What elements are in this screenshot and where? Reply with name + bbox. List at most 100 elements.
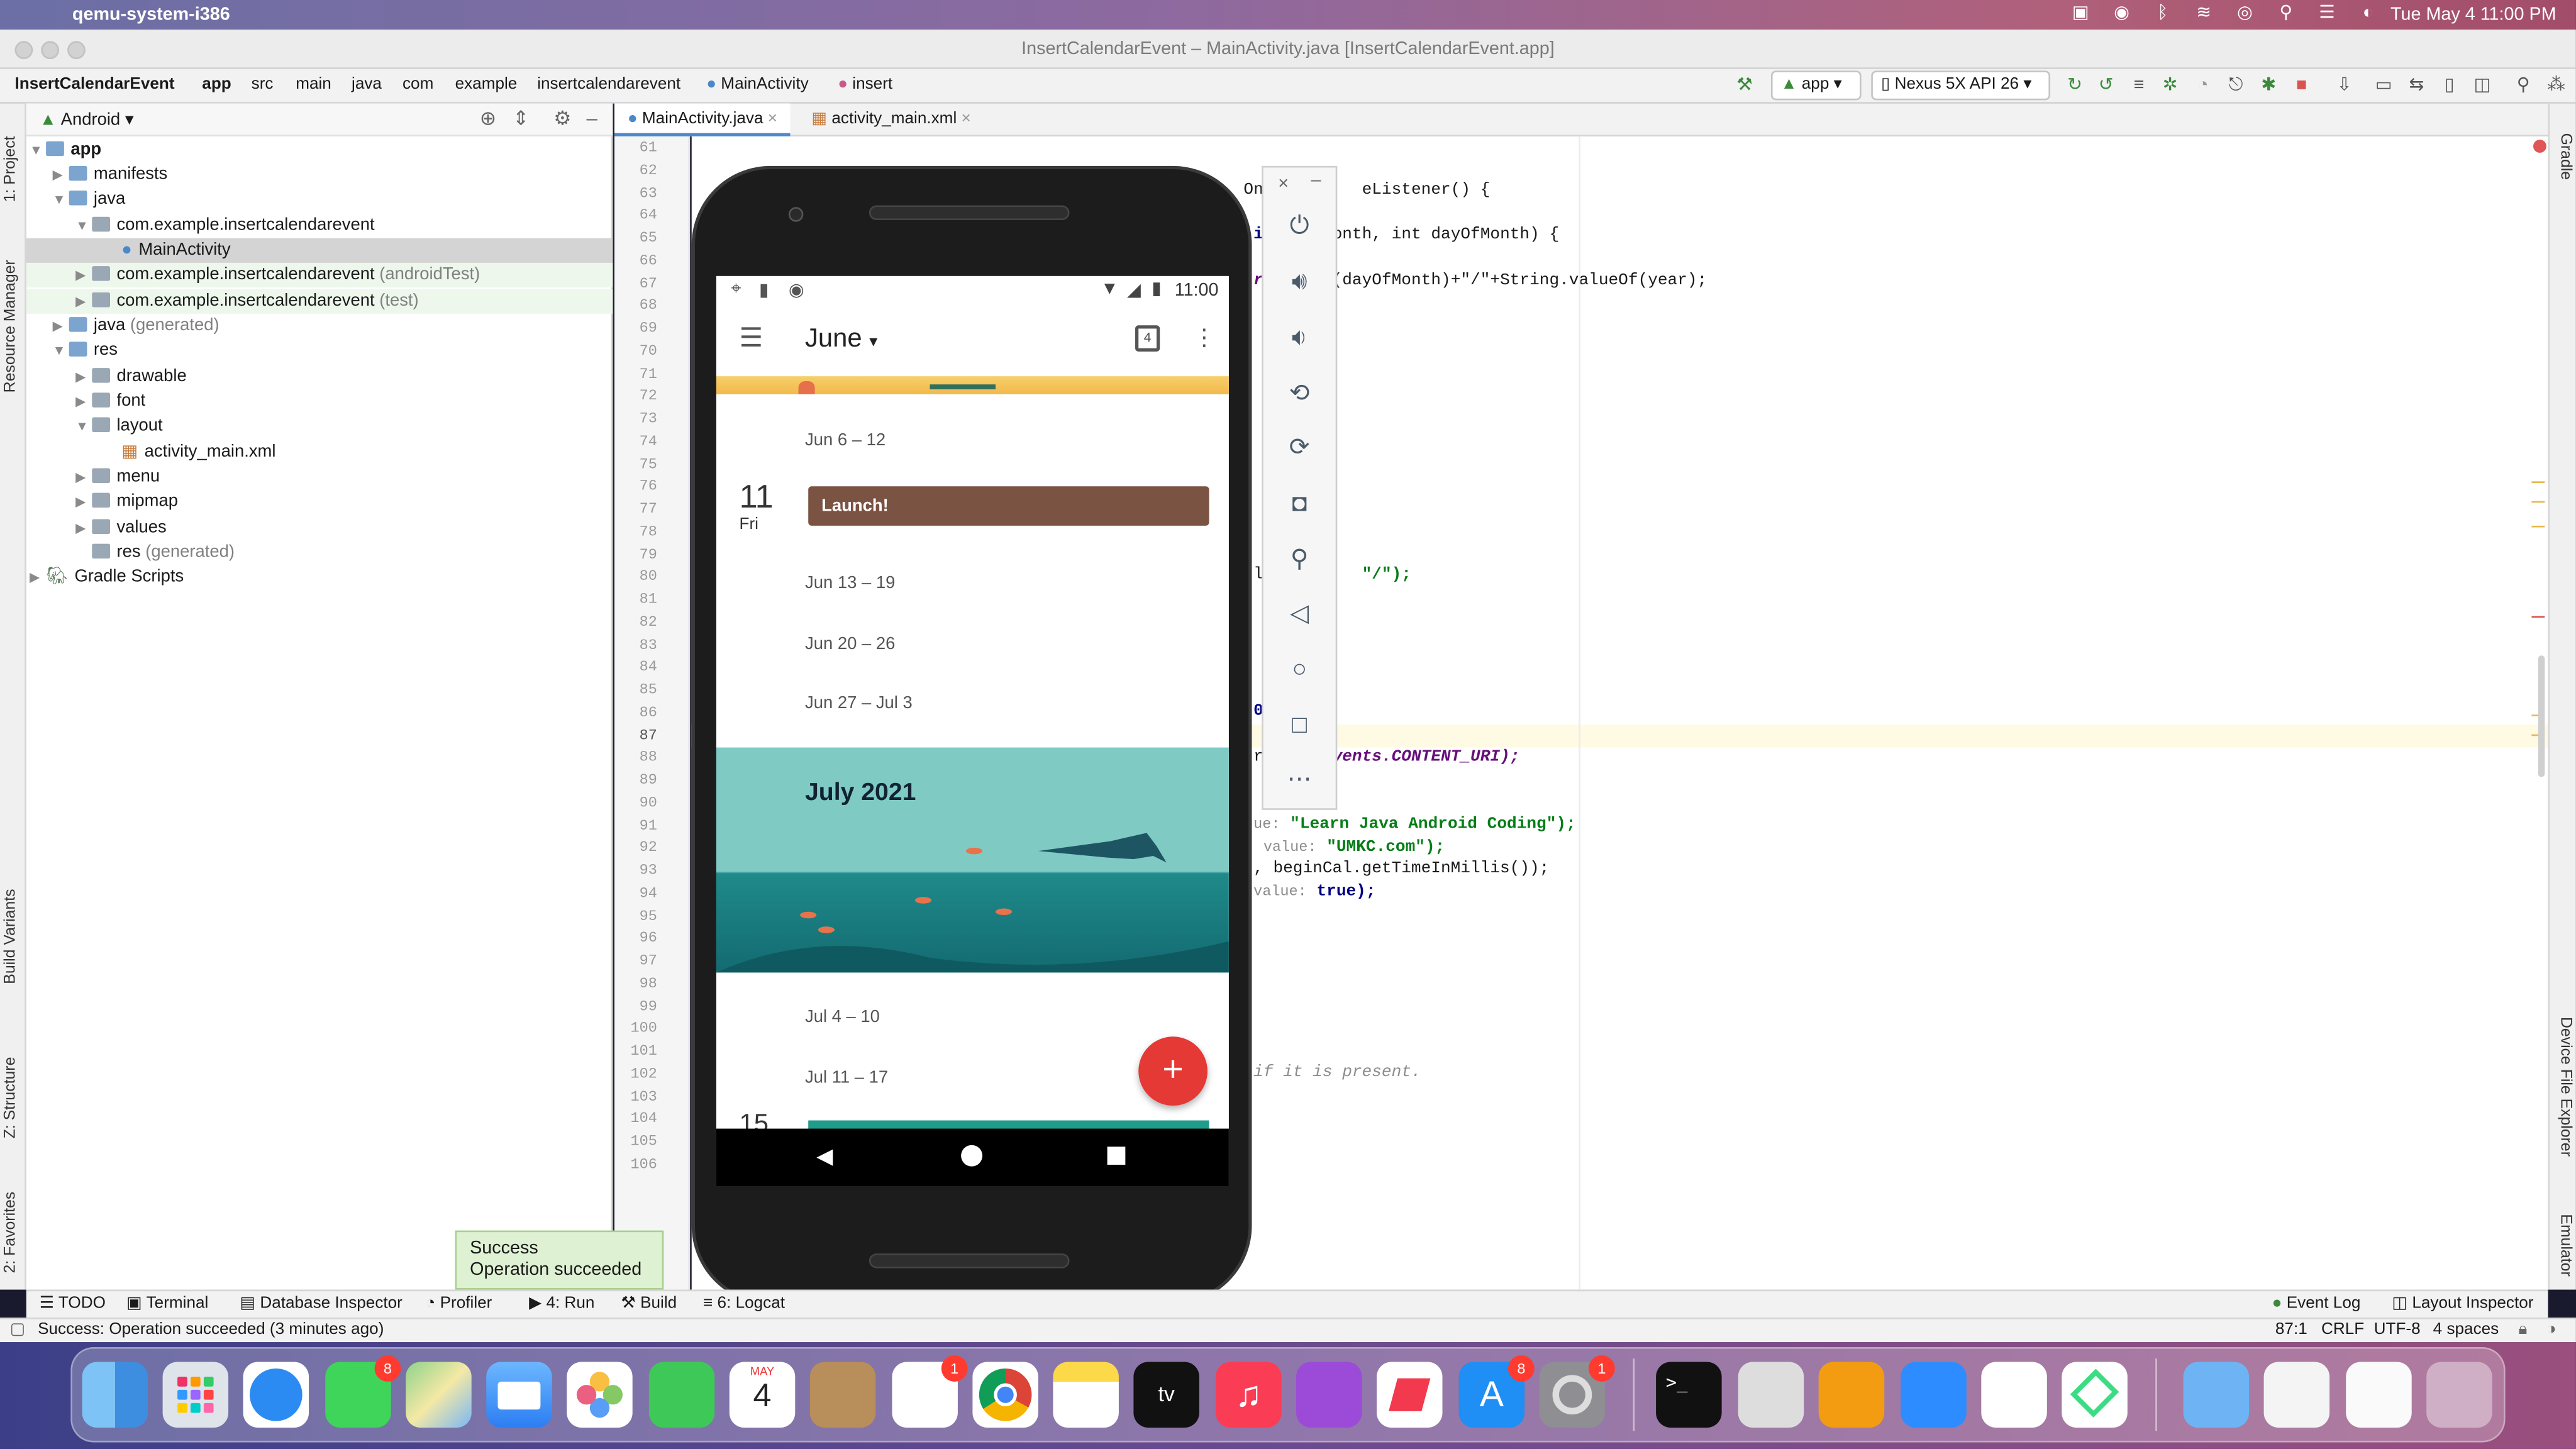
tree-node-test-package[interactable]: ▶ com.example.insertcalendarevent (test) [26, 289, 613, 314]
photos-icon[interactable] [567, 1362, 633, 1428]
facetime-icon[interactable] [648, 1362, 715, 1428]
spotlight-search-icon[interactable]: ⚲ [2275, 3, 2297, 25]
caret-position[interactable]: 87:1 [2275, 1321, 2307, 1339]
volume-down-icon[interactable]: 🔉︎ [1283, 322, 1316, 355]
calendar-icon[interactable]: MAY 4 [729, 1362, 796, 1428]
week-row[interactable]: Jul 4 – 10 [805, 1007, 880, 1026]
tree-node-activity-main-xml[interactable]: ▦ activity_main.xml [26, 440, 613, 465]
profile-icon[interactable]: ◔ [2192, 74, 2215, 97]
assistant-icon[interactable]: ◫ [2471, 74, 2494, 97]
breadcrumb-java[interactable]: java [352, 75, 382, 94]
screen-record-icon[interactable]: ▣ [2070, 3, 2091, 25]
tree-node-gradle-scripts[interactable]: ▶ 🐘︎ Gradle Scripts [26, 565, 613, 590]
indent-setting[interactable]: 4 spaces [2433, 1321, 2499, 1339]
coverage-icon[interactable]: ≡ [2128, 74, 2151, 97]
emulator-screen[interactable]: ⌖ ▮ ◉ ▼ ◢ ▮ 11:00 ☰ June ▾ 4 ⋮ Jun 6 – 1… [716, 275, 1229, 1187]
favorites-tool-tab[interactable]: 2: Favorites [2, 1192, 20, 1274]
database-inspector-tool-button[interactable]: ▤ Database Inspector [240, 1294, 402, 1313]
week-row[interactable]: Jun 13 – 19 [805, 574, 895, 593]
zoom-icon[interactable] [1901, 1362, 1967, 1428]
project-tool-tab[interactable]: 1: Project [2, 136, 20, 202]
device-manager-icon[interactable]: ▯ [2438, 74, 2462, 97]
todo-tool-button[interactable]: ☰ TODO [40, 1294, 106, 1313]
search-everywhere-icon[interactable]: ⚲ [2512, 74, 2535, 97]
gradle-tool-tab[interactable]: Gradle [2557, 133, 2575, 180]
tree-node-java-generated[interactable]: ▶ java (generated) [26, 314, 613, 338]
layout-inspector-tool-button[interactable]: ◫ Layout Inspector [2392, 1294, 2533, 1313]
breadcrumb-method[interactable]: ● insert [838, 75, 892, 94]
tree-node-mipmap[interactable]: ▶ mipmap [26, 489, 613, 514]
apply-changes-icon[interactable]: ↻ [2063, 74, 2087, 97]
code-with-me-icon[interactable]: ⁂ [2545, 74, 2568, 97]
add-event-fab-icon[interactable]: + [1138, 1036, 1208, 1106]
clion-icon[interactable] [1738, 1362, 1804, 1428]
avd-manager-icon[interactable]: ▭ [2372, 74, 2396, 97]
week-row[interactable]: Jul 11 – 17 [805, 1068, 888, 1087]
build-variants-tool-tab[interactable]: Build Variants [2, 889, 20, 984]
week-row[interactable]: Jun 27 – Jul 3 [805, 693, 913, 713]
contacts-icon[interactable] [809, 1362, 876, 1428]
recents-nav-icon[interactable] [1107, 1146, 1126, 1165]
week-row[interactable]: Jun 6 – 12 [805, 430, 886, 450]
tree-node-values[interactable]: ▶ values [26, 516, 613, 540]
editor-scrollbar[interactable] [2538, 655, 2545, 777]
notes-icon[interactable] [1053, 1362, 1119, 1428]
music-icon[interactable]: ♫ [1216, 1362, 1282, 1428]
sync-gradle-icon[interactable]: ⇩ [2333, 74, 2356, 97]
success-notification[interactable]: Success Operation succeeded [455, 1230, 664, 1290]
siri-orb-icon[interactable]: ◉ [2111, 3, 2133, 25]
sdk-manager-icon[interactable]: ⇆ [2405, 74, 2428, 97]
podcasts-icon[interactable] [1296, 1362, 1362, 1428]
rotate-right-icon[interactable]: ⟳ [1283, 432, 1316, 465]
app-store-icon[interactable]: A8 [1458, 1355, 1535, 1428]
active-app-name[interactable]: qemu-system-i386 [72, 5, 230, 25]
trash-icon[interactable] [2426, 1362, 2492, 1428]
apply-code-changes-icon[interactable]: ↺ [2095, 74, 2118, 97]
launch-event-chip[interactable]: Launch! [808, 486, 1209, 526]
tree-node-res[interactable]: ▼ res [26, 338, 613, 363]
breadcrumb-module[interactable]: app [202, 75, 231, 94]
back-nav-icon[interactable]: ◀ [816, 1143, 833, 1170]
tree-node-androidtest-package[interactable]: ▶ com.example.insertcalendarevent (androi… [26, 262, 613, 288]
inspector-icon[interactable]: ◑ [2546, 1321, 2557, 1339]
terminal-icon[interactable]: >_ [1656, 1362, 1722, 1428]
chrome-icon[interactable] [972, 1362, 1038, 1428]
minimize-emulator-icon[interactable]: – [1311, 171, 1321, 191]
line-separator[interactable]: CRLF [2321, 1321, 2364, 1339]
menu-clock[interactable]: Tue May 4 11:00 PM [2390, 5, 2557, 25]
warning-stripe[interactable] [2531, 525, 2545, 528]
status-toggle-icon[interactable]: ▢ [10, 1321, 26, 1339]
gear-icon[interactable]: ⚙ [553, 107, 571, 130]
tree-node-font[interactable]: ▶ font [26, 389, 613, 414]
rotate-left-icon[interactable]: ⟲ [1283, 378, 1316, 411]
run-config-dropdown[interactable]: ▲ app ▾ [1770, 70, 1862, 101]
build-hammer-icon[interactable]: ⚒ [1733, 74, 1757, 97]
system-preferences-icon[interactable]: 1 [1539, 1355, 1615, 1428]
profiler-tool-button[interactable]: ◔ Profiler [426, 1294, 492, 1313]
safari-icon[interactable] [243, 1362, 309, 1428]
error-marker-icon[interactable] [2533, 140, 2546, 153]
control-center-icon[interactable]: ☰ [2316, 3, 2338, 25]
collapse-all-icon[interactable]: ⇕ [513, 107, 529, 130]
overflow-menu-icon[interactable]: ⋮ [1192, 324, 1216, 352]
reminders-icon[interactable]: 1 [892, 1355, 968, 1428]
today-calendar-icon[interactable]: 4 [1135, 325, 1160, 352]
hamburger-menu-icon[interactable]: ☰ [739, 322, 762, 355]
siri-icon[interactable]: ◐ [2358, 3, 2379, 25]
tree-node-java[interactable]: ▼ java [26, 187, 613, 212]
tree-node-app[interactable]: ▼ app [26, 138, 613, 162]
tree-node-manifests[interactable]: ▶ manifests [26, 163, 613, 187]
file-encoding[interactable]: UTF-8 [2374, 1321, 2421, 1339]
hide-panel-icon[interactable]: – [587, 107, 597, 130]
home-nav-icon[interactable] [961, 1145, 983, 1167]
bug-icon[interactable]: ✱ [2257, 74, 2280, 97]
document-stack-icon[interactable] [2263, 1362, 2330, 1428]
breadcrumb-main[interactable]: main [296, 75, 331, 94]
lock-icon[interactable]: 🔒︎ [2519, 1321, 2528, 1339]
build-tool-button[interactable]: ⚒ Build [621, 1294, 677, 1313]
instruments-icon[interactable] [1981, 1362, 2047, 1428]
tree-node-package[interactable]: ▼ com.example.insertcalendarevent [26, 214, 613, 238]
breadcrumb-com[interactable]: com [402, 75, 433, 94]
error-stripe[interactable] [2531, 616, 2545, 618]
finder-icon[interactable] [82, 1362, 148, 1428]
